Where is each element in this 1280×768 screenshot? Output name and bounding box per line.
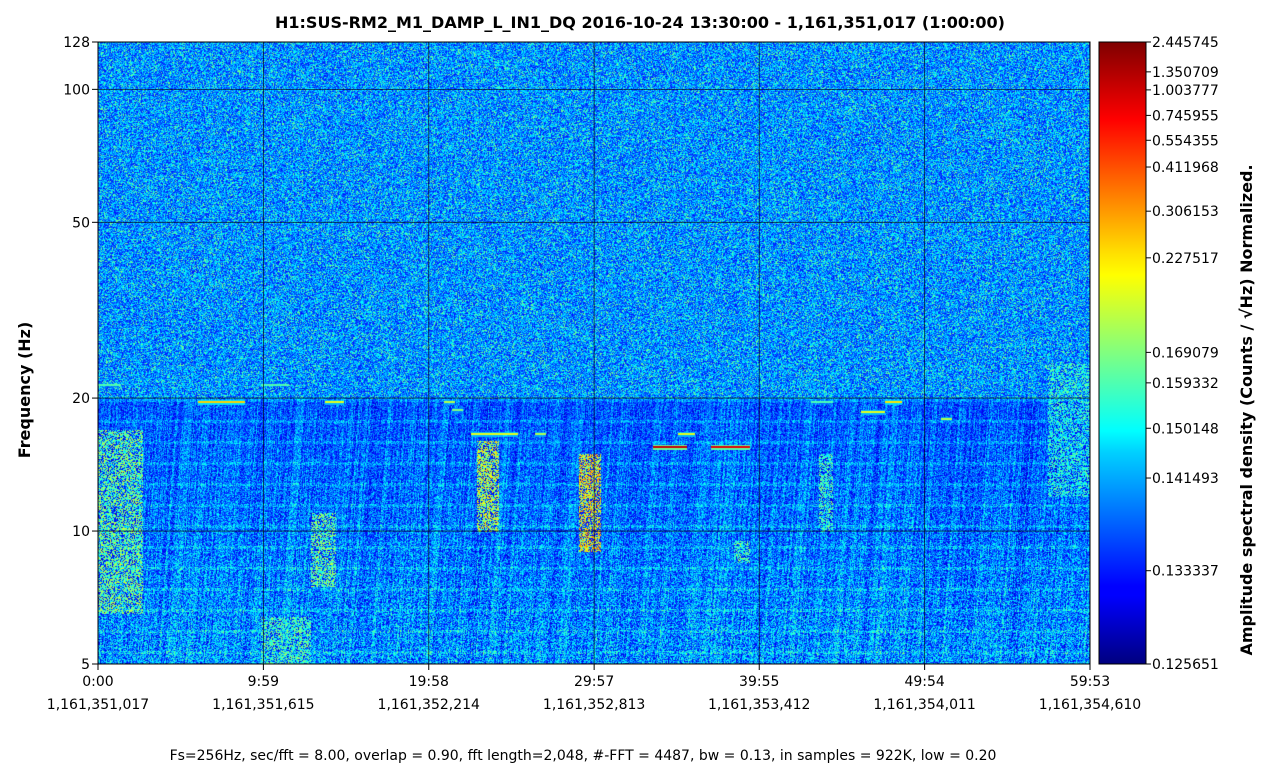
- x-tick-label-gps: 1,161,351,615: [212, 697, 314, 713]
- x-tick-label-time: 59:53: [1070, 674, 1110, 690]
- chart-title: H1:SUS-RM2_M1_DAMP_L_IN1_DQ 2016-10-24 1…: [275, 13, 1005, 32]
- y-tick-label: 50: [72, 215, 90, 231]
- colorbar-tick-label: 1.350709: [1152, 65, 1219, 81]
- y-tick-label: 10: [72, 524, 90, 540]
- colorbar-tick-label: 0.411968: [1152, 160, 1219, 176]
- x-tick-label-time: 49:54: [904, 674, 944, 690]
- x-tick-label-time: 9:59: [248, 674, 279, 690]
- colorbar-tick-label: 0.125651: [1152, 657, 1219, 673]
- y-axis-label: Frequency (Hz): [15, 322, 34, 459]
- y-tick-label: 100: [63, 82, 90, 98]
- colorbar-tick-label: 0.159332: [1152, 376, 1219, 392]
- x-tick-label-gps: 1,161,354,011: [873, 697, 975, 713]
- colorbar-label: Amplitude spectral density (Counts / √Hz…: [1237, 164, 1256, 655]
- colorbar-tick-label: 2.445745: [1152, 35, 1219, 51]
- colorbar-ticks: 2.445745 1.350709 1.003777 0.745955 0.554355…: [1146, 35, 1219, 673]
- y-tick-label: 128: [63, 35, 90, 51]
- colorbar-tick-label: 0.150148: [1152, 421, 1219, 437]
- x-tick-label-time: 0:00: [82, 674, 113, 690]
- x-tick-label-gps: 1,161,352,214: [378, 697, 481, 713]
- colorbar-tick-label: 0.133337: [1152, 564, 1219, 580]
- colorbar-tick-label: 0.745955: [1152, 108, 1219, 124]
- x-tick-label-time: 39:55: [739, 674, 779, 690]
- x-tick-label-time: 29:57: [574, 674, 614, 690]
- colorbar-tick-label: 1.003777: [1152, 83, 1219, 99]
- colorbar-tick-label: 0.227517: [1152, 251, 1219, 267]
- x-tick-label-gps: 1,161,351,017: [47, 697, 149, 713]
- x-axis-ticks: 0:00 1,161,351,017 9:59 1,161,351,615 19:58 1…: [47, 664, 1141, 713]
- colorbar-tick-label: 0.169079: [1152, 345, 1219, 361]
- x-tick-label-gps: 1,161,352,813: [543, 697, 645, 713]
- spectrogram-figure: H1:SUS-RM2_M1_DAMP_L_IN1_DQ 2016-10-24 1…: [15, 13, 1256, 764]
- colorbar-tick-label: 0.141493: [1152, 471, 1219, 487]
- colorbar-tick-label: 0.306153: [1152, 204, 1219, 220]
- y-tick-label: 20: [72, 391, 90, 407]
- y-tick-label: 5: [81, 657, 90, 673]
- colorbar-tick-label: 0.554355: [1152, 133, 1219, 149]
- y-axis-ticks: 5 10 20 50 100 128: [63, 35, 98, 673]
- fft-parameters-footer: Fs=256Hz, sec/fft = 8.00, overlap = 0.90…: [170, 748, 997, 764]
- x-tick-label-time: 19:58: [409, 674, 449, 690]
- x-tick-label-gps: 1,161,354,610: [1039, 697, 1141, 713]
- x-tick-label-gps: 1,161,353,412: [708, 697, 810, 713]
- colorbar: [1098, 41, 1147, 665]
